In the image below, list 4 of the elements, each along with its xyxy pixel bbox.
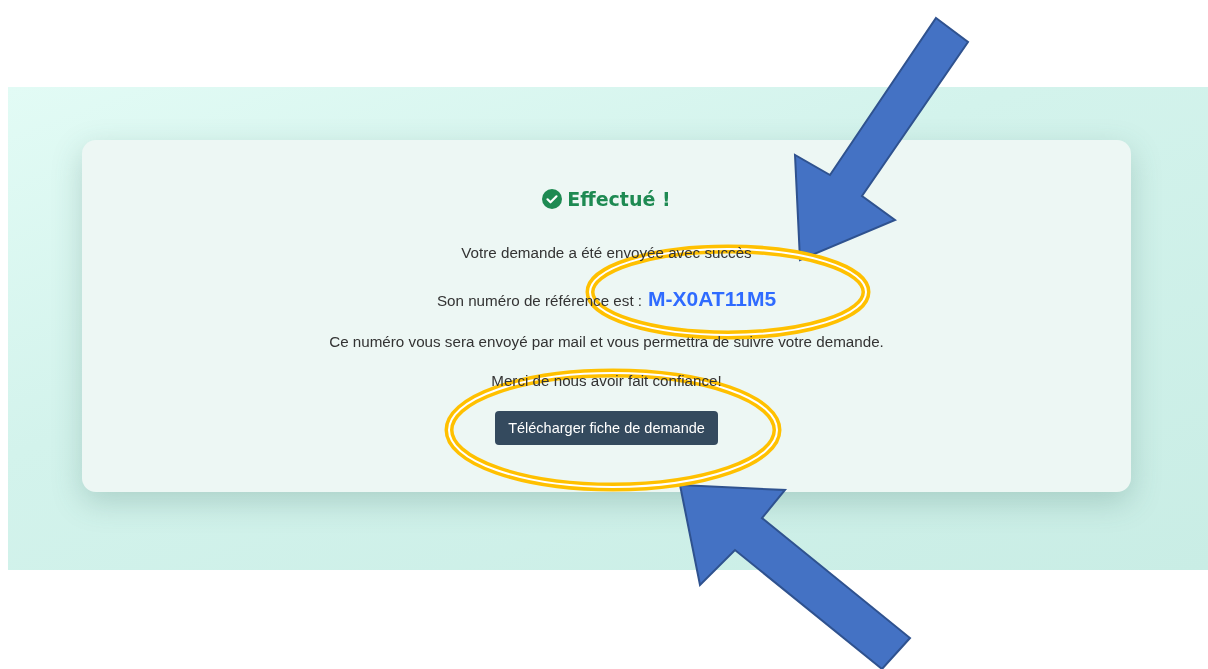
- success-title: Effectué !: [567, 188, 671, 210]
- reference-number: M-X0AT11M5: [648, 287, 777, 311]
- download-button[interactable]: Télécharger fiche de demande: [495, 411, 718, 445]
- check-circle-icon: [542, 189, 563, 209]
